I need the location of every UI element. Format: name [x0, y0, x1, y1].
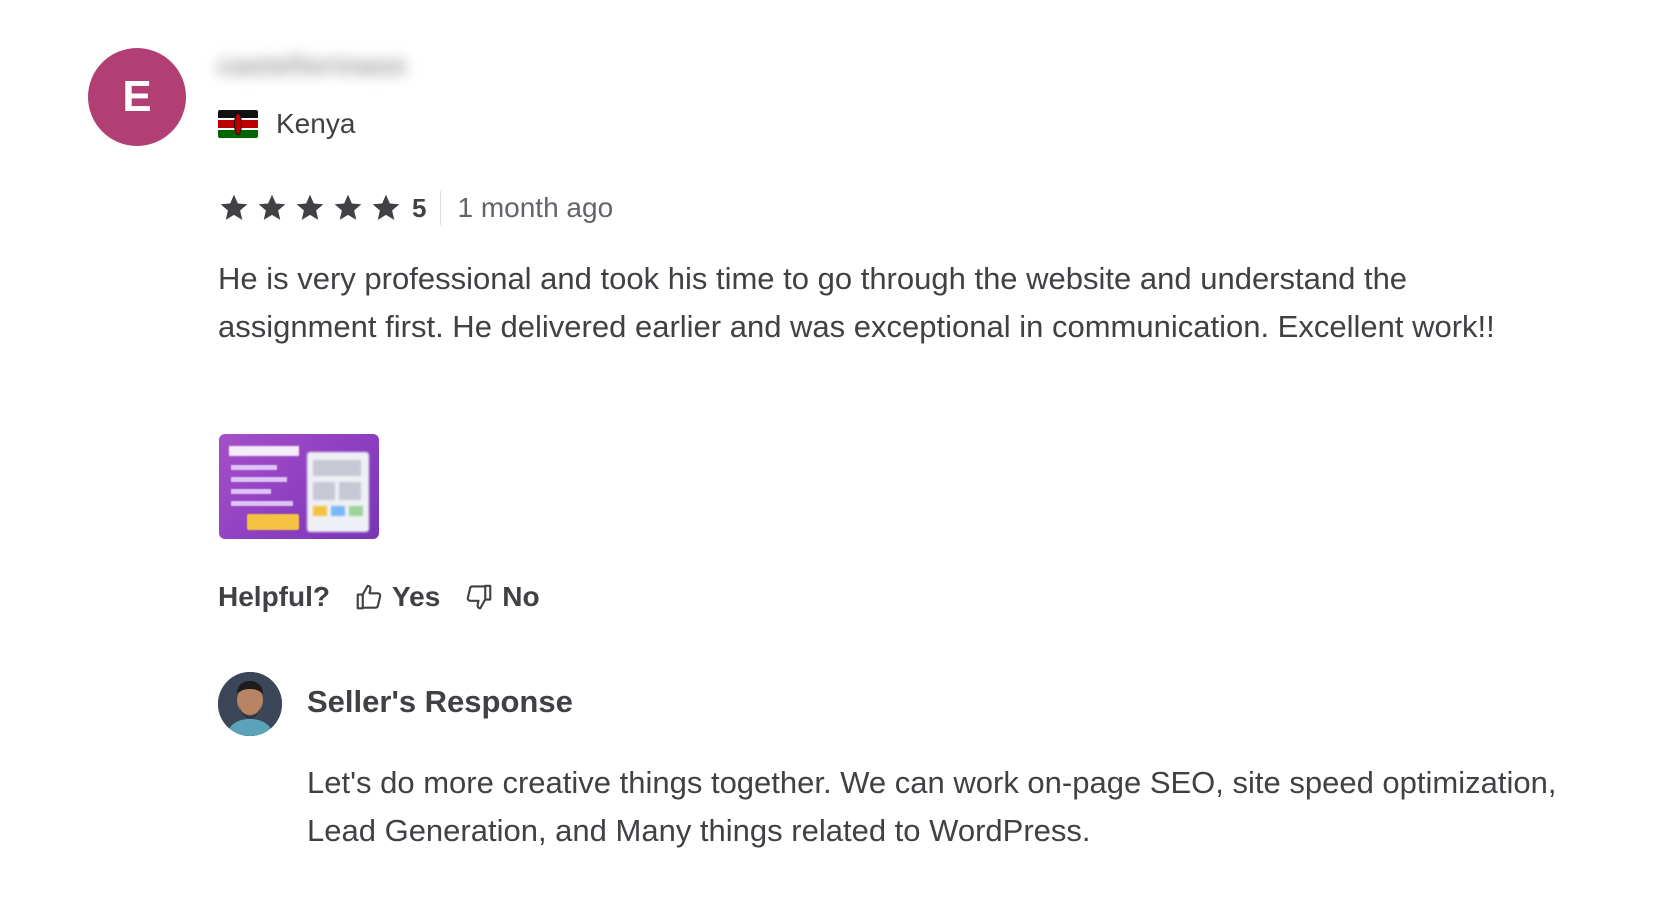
- review-attachment-thumbnail[interactable]: [219, 434, 379, 539]
- thumbs-up-icon: [356, 584, 382, 610]
- divider: [440, 191, 442, 225]
- thumbs-down-icon: [467, 584, 492, 610]
- rating-row: 5 1 month ago: [218, 188, 613, 228]
- review-text: He is very professional and took his tim…: [218, 261, 1495, 344]
- seller-response-text: Let's do more creative things together. …: [307, 765, 1557, 848]
- seller-response-title: Seller's Response: [307, 684, 573, 719]
- star-rating: [218, 192, 402, 224]
- country-name: Kenya: [276, 108, 356, 139]
- star-icon: [220, 194, 248, 220]
- review-card: E castellorinaso Kenya 5 1 month ago He …: [0, 0, 1658, 905]
- star-icon: [372, 194, 400, 220]
- star-icon: [334, 194, 362, 220]
- helpful-row: Helpful? Yes No: [218, 577, 564, 617]
- helpful-yes-button[interactable]: Yes: [354, 581, 440, 613]
- rating-value: 5: [412, 192, 427, 223]
- reviewer-avatar[interactable]: E: [88, 48, 186, 146]
- helpful-no-label: No: [502, 581, 540, 612]
- helpful-yes-label: Yes: [392, 581, 441, 612]
- helpful-no-button[interactable]: No: [464, 581, 540, 613]
- kenya-flag-icon: [218, 110, 258, 138]
- avatar-letter: E: [122, 72, 152, 121]
- reviewer-country: Kenya: [218, 108, 355, 140]
- reviewer-username[interactable]: castellorinaso: [218, 50, 407, 81]
- star-icon: [258, 194, 286, 220]
- seller-avatar[interactable]: [218, 672, 282, 736]
- star-icon: [296, 194, 324, 220]
- review-date: 1 month ago: [457, 192, 614, 223]
- seller-photo: [218, 672, 282, 736]
- helpful-label: Helpful?: [218, 581, 330, 612]
